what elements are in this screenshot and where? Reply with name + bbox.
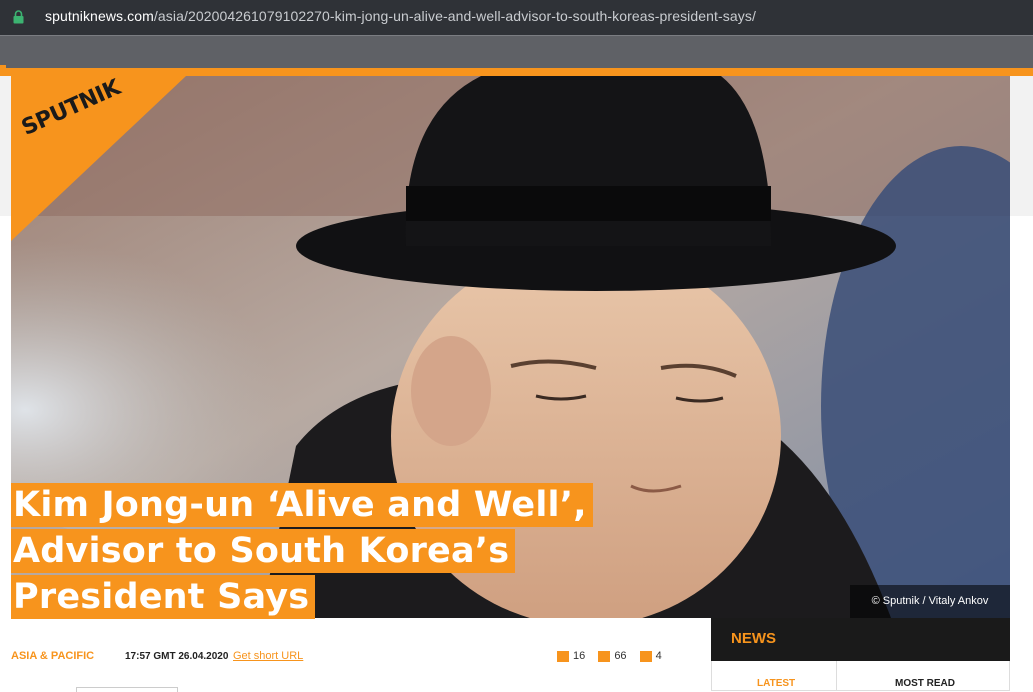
news-panel: NEWS LATEST MOST READ (711, 618, 1010, 691)
like-count: 66 (614, 650, 627, 663)
category-link[interactable]: ASIA & PACIFIC (11, 650, 94, 662)
comment-icon[interactable] (557, 650, 569, 662)
thumbs-down-icon[interactable] (639, 650, 652, 662)
url-text[interactable]: sputniknews.com/asia/202004261079102270-… (45, 8, 756, 24)
tab-most-read[interactable]: MOST READ (895, 678, 955, 689)
site-header (0, 35, 1033, 69)
article-headline: Kim Jong-un ‘Alive and Well’, Advisor to… (11, 483, 651, 621)
article-stats: 16 66 4 (557, 650, 672, 662)
headline-line-1: Kim Jong-un ‘Alive and Well’, (11, 483, 593, 527)
tab-divider (836, 661, 837, 691)
photo-credit: © Sputnik / Vitaly Ankov (850, 585, 1010, 618)
tab-latest[interactable]: LATEST (757, 678, 795, 689)
publish-datetime: 17:57 GMT 26.04.2020 (125, 651, 229, 662)
url-domain: sputniknews.com (45, 8, 154, 24)
news-tabs: LATEST MOST READ (711, 661, 1010, 691)
url-path: /asia/202004261079102270-kim-jong-un-ali… (153, 8, 756, 24)
headline-line-2: Advisor to South Korea’s (11, 529, 516, 573)
get-short-url-link[interactable]: Get short URL (233, 650, 303, 662)
news-panel-header: NEWS (711, 618, 1010, 661)
page-background-right (1010, 76, 1033, 216)
comment-count: 16 (573, 650, 586, 663)
address-bar[interactable]: sputniknews.com/asia/202004261079102270-… (0, 0, 1033, 35)
thumbs-up-icon[interactable] (598, 650, 611, 662)
page-background-left (0, 76, 11, 216)
news-panel-title: NEWS (731, 630, 776, 647)
share-box-partial[interactable] (76, 687, 178, 692)
header-accent-line (0, 65, 1033, 79)
dislike-count: 4 (655, 650, 662, 663)
headline-line-3: President Says (11, 575, 316, 619)
lock-icon (13, 10, 24, 24)
